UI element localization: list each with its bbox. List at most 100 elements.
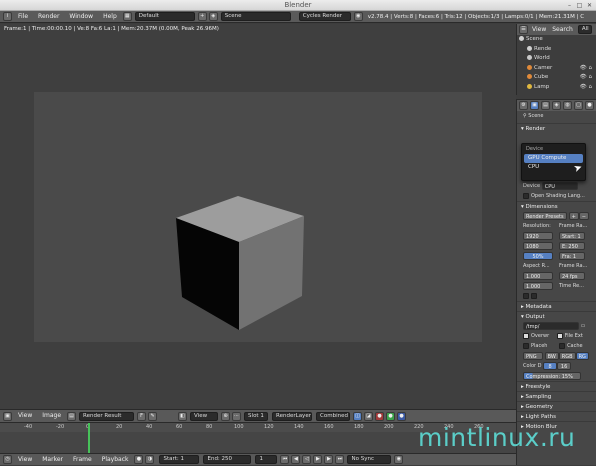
menu-playback[interactable]: Playback (97, 454, 134, 466)
color-rgba-button[interactable]: RG (575, 351, 589, 360)
editor-type-icon[interactable]: ▣ (3, 411, 12, 421)
play-reverse-icon[interactable]: ◁ (302, 455, 312, 464)
sampling-section-header[interactable]: ▸ Sampling (517, 391, 596, 401)
outliner-menu-search[interactable]: Search (549, 24, 576, 36)
editor-type-icon[interactable]: ◷ (3, 455, 12, 464)
object-tab-icon[interactable]: ▢ (574, 101, 583, 110)
minimize-icon[interactable]: – (566, 2, 573, 9)
render-layers-tab-icon[interactable]: ▤ (541, 101, 550, 110)
fps-selector[interactable]: 24 fps (559, 272, 585, 280)
end-frame-field[interactable]: End: 250 (203, 455, 252, 464)
file-format-selector[interactable]: PNG (523, 351, 543, 360)
add-layout-icon[interactable]: + (197, 12, 207, 21)
render-presets-selector[interactable]: Render Presets (523, 211, 567, 220)
crop-checkbox[interactable] (531, 292, 537, 299)
visibility-icon[interactable]: 👁 ⌂ (580, 83, 592, 93)
scene-tab-icon[interactable]: ◈ (552, 101, 561, 110)
outliner-item[interactable]: World (517, 54, 596, 64)
red-channel-icon[interactable]: ● (375, 411, 385, 421)
preview-range-icon[interactable]: ◑ (145, 455, 155, 464)
border-checkbox[interactable] (523, 292, 529, 299)
editor-type-icon[interactable]: ⚙ (519, 101, 528, 110)
output-path-field[interactable]: /tmp/ (523, 321, 579, 330)
view-selector[interactable]: View (190, 411, 219, 421)
depth-8-button[interactable]: 8 (543, 361, 558, 370)
resolution-percent-field[interactable]: 50% (523, 251, 553, 260)
aspect-y-field[interactable]: 1.000 (523, 281, 553, 290)
frame-start-field[interactable]: Start: 1 (559, 232, 585, 240)
snap-icon[interactable]: ⋯ (232, 411, 242, 421)
scene-selector[interactable]: Scene (220, 12, 291, 21)
overwrite-checkbox[interactable] (523, 332, 529, 339)
render-result-image[interactable] (34, 92, 482, 342)
menu-marker[interactable]: Marker (37, 454, 68, 466)
play-icon[interactable]: ▶ (313, 455, 323, 464)
cache-checkbox[interactable] (559, 342, 566, 349)
device-selector[interactable]: CPU (541, 181, 578, 190)
display-channels-icon[interactable]: ◫ (353, 411, 363, 421)
pin-icon[interactable]: ✎ (148, 411, 158, 421)
open-shading-checkbox[interactable] (523, 192, 529, 199)
render-layer-selector[interactable]: RenderLayer (272, 411, 313, 421)
layout-selector[interactable]: Default (134, 12, 195, 21)
start-frame-field[interactable]: Start: 1 (159, 455, 200, 464)
image-browse-icon[interactable]: ▤ (67, 411, 77, 421)
depth-16-button[interactable]: 16 (557, 361, 572, 370)
resolution-x-field[interactable]: 1920 (523, 231, 553, 240)
outliner-item[interactable]: Scene (517, 35, 596, 45)
scene-icon[interactable]: ◈ (208, 12, 218, 21)
menu-render[interactable]: Render (33, 11, 64, 23)
add-preset-button[interactable]: + (568, 211, 579, 220)
resolution-y-field[interactable]: 1080 (523, 241, 553, 250)
keying-icon[interactable]: ◉ (394, 455, 404, 464)
menu-help[interactable]: Help (98, 11, 122, 23)
menu-image[interactable]: Image (37, 410, 66, 422)
compression-slider[interactable]: Compression: 15% (523, 371, 581, 380)
remove-preset-button[interactable]: − (578, 211, 589, 220)
geometry-section-header[interactable]: ▸ Geometry (517, 401, 596, 411)
light-paths-section-header[interactable]: ▸ Light Paths (517, 411, 596, 421)
world-tab-icon[interactable]: ◍ (563, 101, 572, 110)
placeholders-checkbox[interactable] (523, 342, 529, 349)
color-rgb-button[interactable]: RGB (558, 351, 576, 360)
file-ext-checkbox[interactable] (556, 332, 563, 339)
fake-user-icon[interactable]: F (137, 411, 147, 421)
metadata-section-header[interactable]: ▸ Metadata (517, 301, 596, 311)
menu-frame[interactable]: Frame (68, 454, 97, 466)
outliner[interactable]: Scene Rende World Camer 👁 ⌂ Cube 👁 ⌂ Lamp 👁… (516, 35, 596, 95)
jump-start-icon[interactable]: ⏮ (280, 455, 290, 464)
next-key-icon[interactable]: ▶ (324, 455, 334, 464)
render-section-header[interactable]: ▾ Render (517, 123, 596, 133)
outliner-item[interactable]: Rende (517, 45, 596, 55)
playhead[interactable] (88, 423, 90, 454)
prev-key-icon[interactable]: ◀ (291, 455, 301, 464)
current-frame-field[interactable]: 1 (255, 455, 278, 464)
pivot-icon[interactable]: ⊕ (221, 411, 231, 421)
material-tab-icon[interactable]: ● (585, 101, 594, 110)
alpha-icon[interactable]: ◪ (364, 411, 374, 421)
dimensions-section-header[interactable]: ▾ Dimensions (517, 201, 596, 211)
render-engine-selector[interactable]: Cycles Render (298, 12, 351, 21)
outliner-item[interactable]: Camer 👁 ⌂ (517, 64, 596, 74)
editor-type-icon[interactable]: ☰ (519, 25, 528, 34)
record-icon[interactable]: ● (134, 455, 144, 464)
visibility-icon[interactable]: 👁 ⌂ (580, 73, 592, 83)
aspect-x-field[interactable]: 1.000 (523, 271, 553, 280)
outliner-item[interactable]: Lamp 👁 ⌂ (517, 83, 596, 93)
color-bw-button[interactable]: BW (544, 351, 559, 360)
maximize-icon[interactable]: □ (576, 2, 583, 9)
editor-type-icon[interactable]: i (3, 12, 12, 21)
menu-window[interactable]: Window (64, 11, 98, 23)
slot-selector[interactable]: Slot 1 (244, 411, 269, 421)
render-pass-selector[interactable]: Combined (316, 411, 351, 421)
menu-file[interactable]: File (13, 11, 33, 23)
visibility-icon[interactable]: 👁 ⌂ (580, 64, 592, 74)
freestyle-section-header[interactable]: ▸ Freestyle (517, 381, 596, 391)
frame-end-field[interactable]: E: 250 (559, 242, 585, 250)
blue-channel-icon[interactable]: ● (397, 411, 407, 421)
sync-selector[interactable]: No Sync (347, 455, 392, 464)
output-section-header[interactable]: ▾ Output (517, 311, 596, 321)
folder-icon[interactable]: ▭ (581, 323, 586, 329)
outliner-display-mode[interactable]: All (577, 25, 592, 34)
render-tab-icon[interactable]: ▣ (530, 101, 539, 110)
